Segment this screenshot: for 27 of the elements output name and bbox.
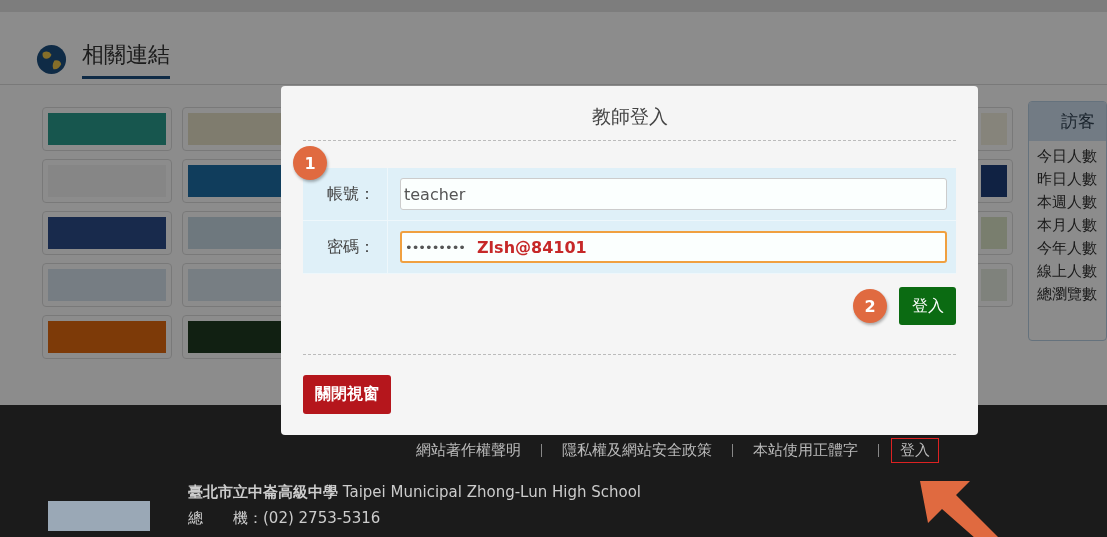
section-title: 相關連結 (82, 39, 170, 79)
footer-link[interactable]: 本站使用正體字 (745, 439, 866, 462)
footer-link[interactable]: 登入 (891, 438, 939, 463)
step-number-badge: 1 (293, 146, 327, 180)
school-name-english: Taipei Municipal Zhong-Lun High School (342, 483, 641, 501)
footer-link[interactable]: 網站著作權聲明 (408, 439, 529, 462)
visitor-stat-label: 總瀏覽數 (1037, 284, 1098, 305)
visitor-stat-label: 今年人數 (1037, 238, 1098, 259)
phone-label: 總 機： (188, 509, 263, 527)
visitor-panel-title: 訪客 (1029, 102, 1106, 141)
visitor-stat-label: 線上人數 (1037, 261, 1098, 282)
password-field[interactable]: ••••••••• Zlsh@84101 (400, 231, 947, 263)
dialog-title: 教師登入 (590, 104, 669, 129)
field-label: 密碼： (303, 221, 388, 273)
visitor-stat-label: 今日人數 (1037, 146, 1098, 167)
phone-number: (02) 2753-5316 (263, 509, 381, 527)
login-button[interactable]: 登入 (899, 287, 956, 325)
footer-link[interactable]: 隱私權及網站安全政策 (554, 439, 720, 462)
username-field[interactable]: teacher (400, 178, 947, 210)
visitor-stat-label: 本月人數 (1037, 215, 1098, 236)
school-name: 臺北市立中崙高級中學 (188, 483, 338, 501)
field-label: 帳號： (303, 168, 388, 220)
visitor-stat-label: 本週人數 (1037, 192, 1098, 213)
close-dialog-button[interactable]: 關閉視窗 (303, 375, 391, 414)
step-number-badge: 2 (853, 289, 887, 323)
visitor-stat-label: 昨日人數 (1037, 169, 1098, 190)
globe-icon (35, 42, 68, 76)
